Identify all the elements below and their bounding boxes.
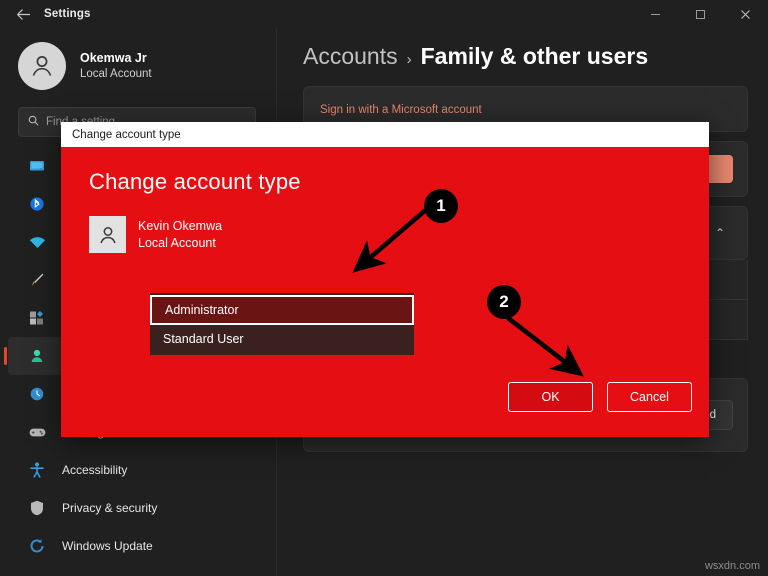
gamepad-icon: [26, 422, 48, 442]
dialog-heading: Change account type: [89, 169, 301, 194]
close-button[interactable]: [723, 0, 768, 28]
sidebar-item-label: Windows Update: [62, 539, 153, 553]
minimize-button[interactable]: [633, 0, 678, 28]
dropdown-option-administrator[interactable]: Administrator: [150, 295, 414, 325]
sidebar-profile[interactable]: Okemwa Jr Local Account: [0, 28, 276, 90]
cancel-button[interactable]: Cancel: [607, 382, 692, 412]
dialog-user-name: Kevin Okemwa: [138, 218, 223, 233]
dialog-body: Change account type Kevin Okemwa Local A…: [61, 147, 709, 437]
profile-subtitle: Local Account: [80, 68, 152, 80]
maximize-button[interactable]: [678, 0, 723, 28]
dialog-user-row: Kevin Okemwa Local Account: [89, 216, 709, 253]
dialog-buttons: OK Cancel: [508, 382, 692, 412]
sidebar-item-label: Privacy & security: [62, 501, 158, 515]
back-arrow-icon[interactable]: [8, 3, 38, 25]
watermark: wsxdn.com: [704, 560, 760, 572]
breadcrumb-separator: ›: [406, 51, 412, 68]
update-refresh-icon: [26, 536, 48, 556]
window-titlebar: Settings: [0, 0, 768, 28]
dropdown-option-standard-user[interactable]: Standard User: [150, 325, 414, 353]
settings-window: Settings Okemwa Jr Local Account Find Ac…: [0, 0, 768, 576]
ok-button[interactable]: OK: [508, 382, 593, 412]
apps-grid-icon: [26, 308, 48, 328]
sidebar-item-privacy-security[interactable]: Privacy & security: [8, 489, 268, 527]
account-type-dropdown[interactable]: Administrator Standard User: [150, 293, 414, 355]
paintbrush-icon: [26, 270, 48, 290]
wifi-icon: [26, 232, 48, 252]
bluetooth-icon: [26, 194, 48, 214]
system-monitor-icon: [26, 156, 48, 176]
accessibility-person-icon: [26, 460, 48, 480]
avatar: [18, 42, 66, 90]
window-controls: [633, 0, 768, 28]
accounts-person-icon: [26, 346, 48, 366]
page-title: Family & other users: [420, 43, 649, 69]
breadcrumb-parent[interactable]: Accounts: [303, 43, 398, 70]
change-account-type-dialog: Change account type Change account type …: [61, 122, 709, 437]
profile-name: Okemwa Jr: [80, 51, 147, 65]
avatar: [89, 216, 126, 253]
microsoft-signin-link[interactable]: Sign in with a Microsoft account: [320, 104, 482, 116]
sidebar-item-label: Accessibility: [62, 463, 128, 477]
app-title: Settings: [44, 8, 91, 20]
search-icon: [28, 115, 39, 129]
sidebar-item-accessibility[interactable]: Accessibility: [8, 451, 268, 489]
dialog-titlebar-text: Change account type: [72, 128, 181, 141]
sidebar-item-windows-update[interactable]: Windows Update: [8, 527, 268, 565]
clock-globe-icon: [26, 384, 48, 404]
breadcrumb: Accounts › Family & other users: [278, 28, 768, 70]
shield-icon: [26, 498, 48, 518]
chevron-up-icon[interactable]: ⌃: [715, 226, 725, 240]
dialog-user-subtitle: Local Account: [138, 235, 216, 250]
dialog-titlebar: Change account type: [61, 122, 709, 147]
